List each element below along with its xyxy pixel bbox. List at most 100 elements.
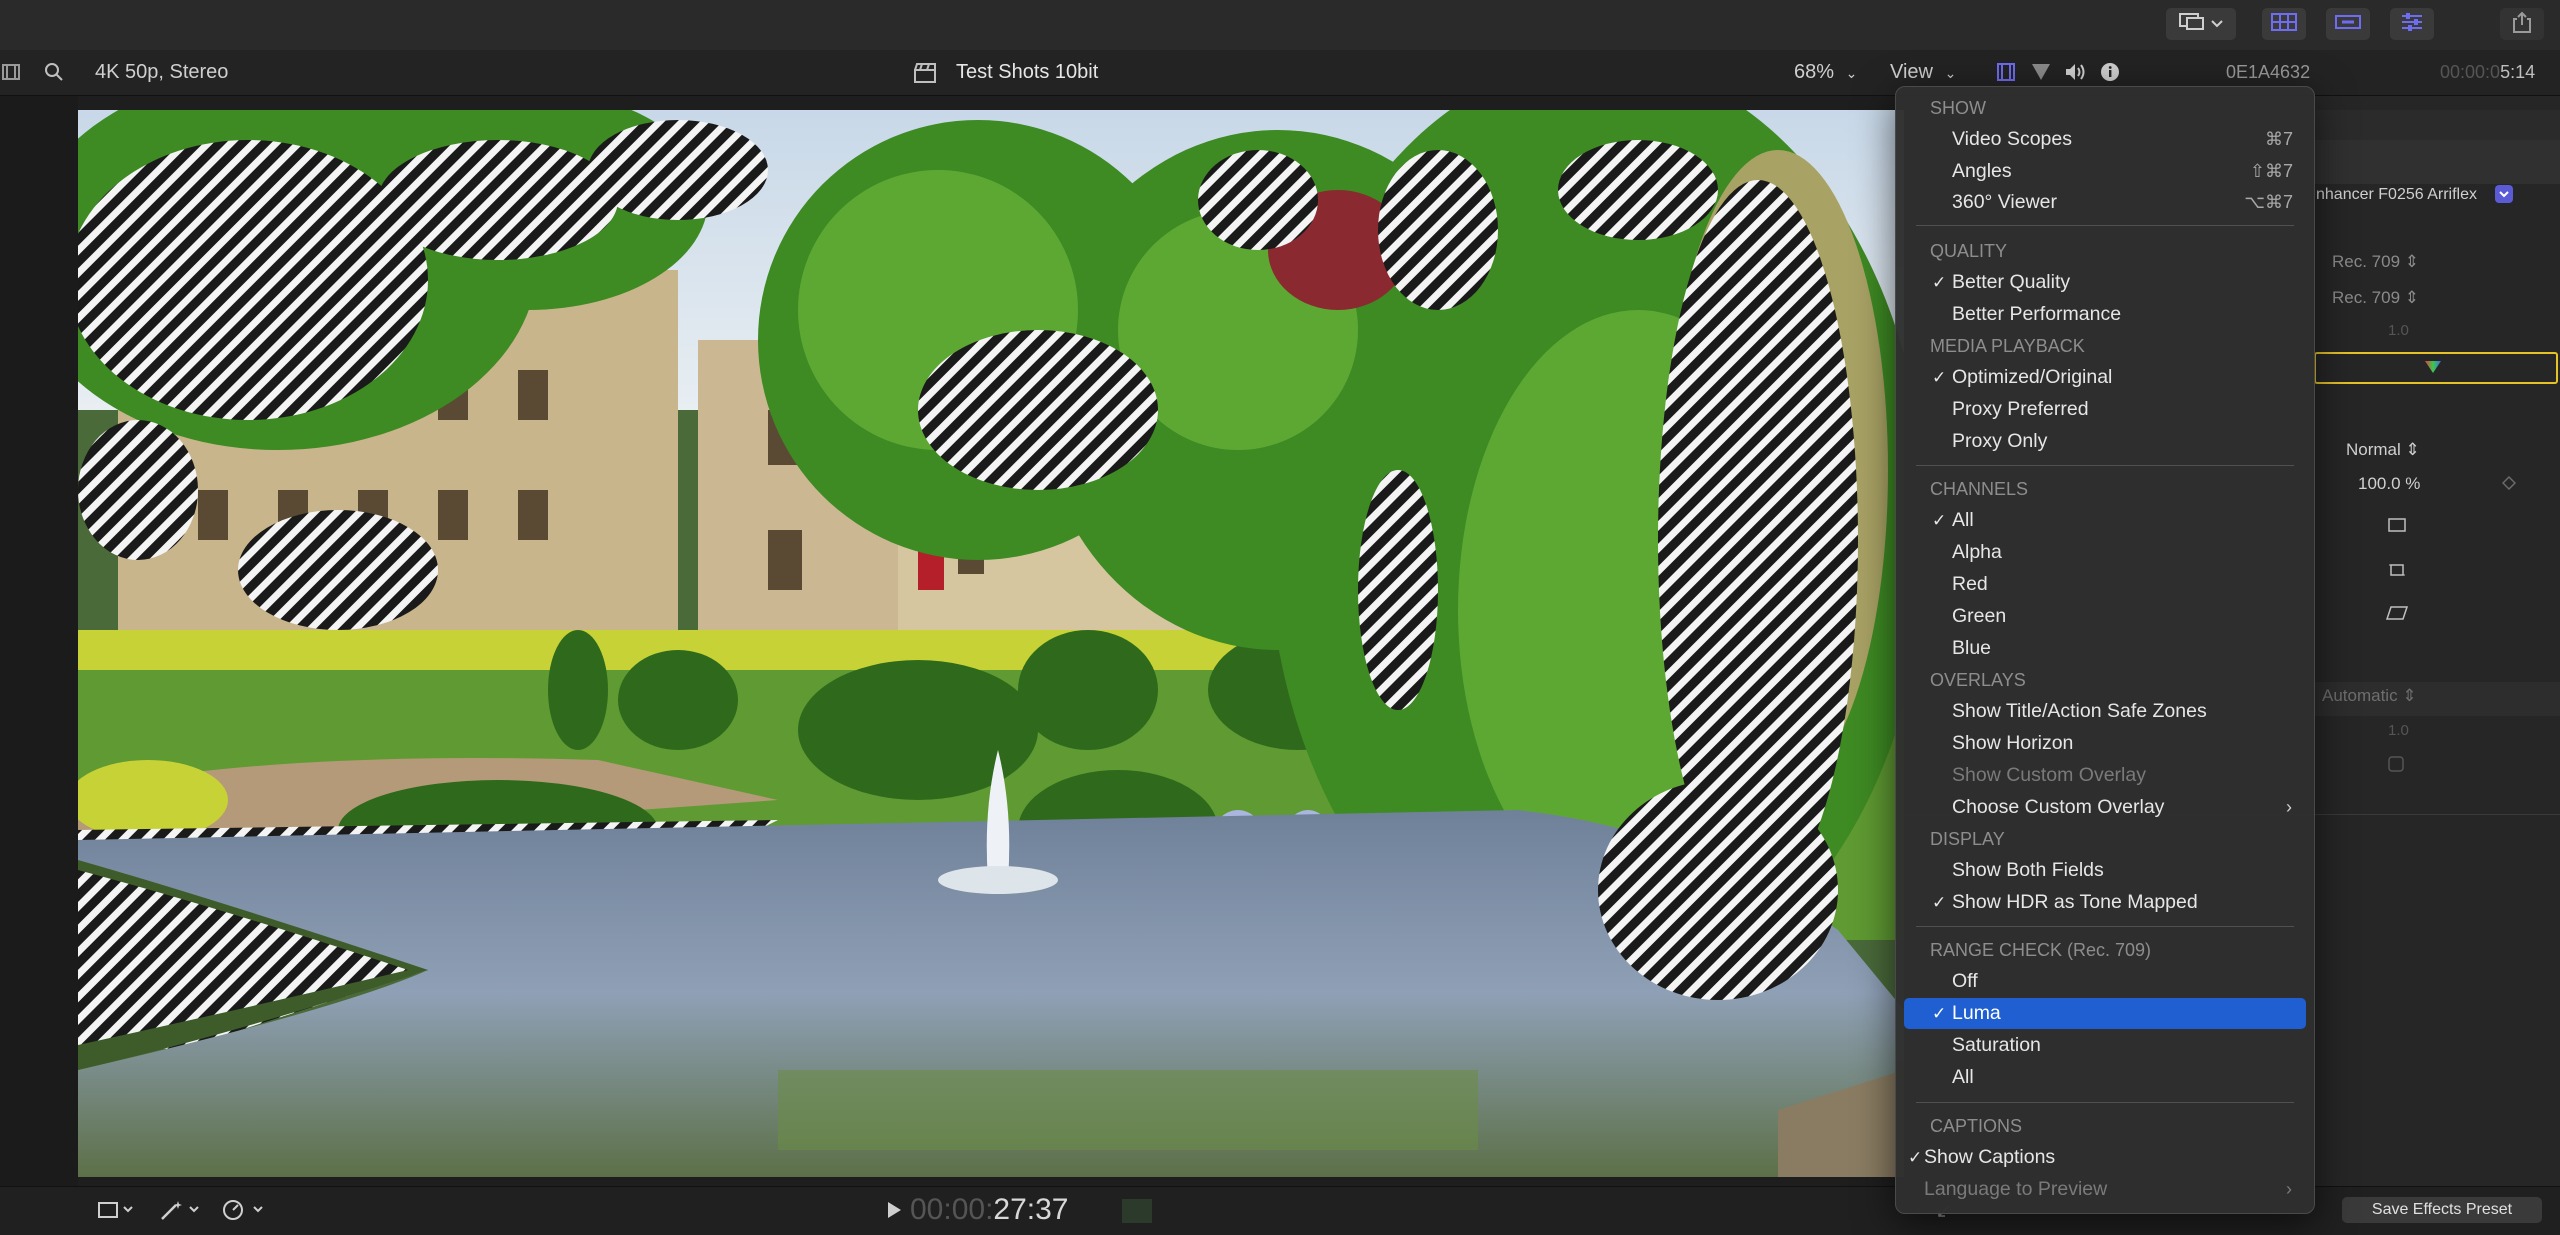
info-icon[interactable] — [2100, 62, 2120, 87]
timeline-icon — [2335, 13, 2361, 36]
display-icon — [2179, 12, 2205, 36]
checkmark-icon: ✓ — [1932, 1004, 1947, 1023]
audio-meter — [1122, 1199, 1152, 1223]
inspector-toggle-button[interactable] — [2390, 8, 2434, 40]
park-fountain-image — [78, 110, 1904, 1177]
zoom-value: 68% — [1794, 61, 1835, 83]
chevron-down-icon: ⌄ — [1845, 65, 1858, 81]
browser-toggle-button[interactable] — [2262, 8, 2306, 40]
left-sidebar-strip — [0, 96, 78, 1186]
checkmark-icon: ✓ — [1932, 273, 1947, 292]
view-menu: SHOW Video Scopes ⌘7 Angles ⇧⌘7 360° Vie… — [1895, 86, 2315, 1214]
format-label: 4K 50p, Stereo — [95, 61, 229, 83]
menu-section-captions: CAPTIONS — [1930, 1116, 2023, 1136]
shortcut: ⌘7 — [2264, 129, 2293, 149]
viewer-canvas[interactable] — [78, 110, 1904, 1177]
checkbox[interactable] — [2388, 756, 2404, 777]
distort-icon[interactable] — [2385, 606, 2409, 625]
top-toolbar — [0, 0, 2560, 51]
menu-item-language-to-preview: Language to Preview › — [1904, 1174, 2306, 1205]
menu-separator — [1916, 465, 2294, 466]
play-icon[interactable] — [886, 1201, 902, 1224]
menu-item-show-horizon[interactable]: Show Horizon — [1904, 728, 2306, 759]
menu-item-proxy-preferred[interactable]: Proxy Preferred — [1904, 394, 2306, 425]
auto-popup[interactable]: Automatic ⇕ — [2322, 686, 2417, 706]
filmstrip-icon[interactable] — [2, 63, 20, 86]
menu-section-display: DISPLAY — [1930, 829, 2005, 849]
rec-b-value: Rec. 709 — [2332, 288, 2401, 307]
menu-item-show-both-fields[interactable]: Show Both Fields — [1904, 855, 2306, 886]
checkmark-icon: ✓ — [1932, 511, 1947, 530]
menu-item-choose-custom-overlay[interactable]: Choose Custom Overlay › — [1904, 792, 2306, 823]
opacity-field[interactable]: 100.0 % — [2358, 474, 2420, 494]
workspace-display-button[interactable] — [2166, 8, 2236, 40]
menu-section-show: SHOW — [1930, 98, 1986, 118]
menu-item-channel-green[interactable]: Green — [1904, 601, 2306, 632]
menu-item-optimized-original[interactable]: ✓ Optimized/Original — [1904, 362, 2306, 393]
menu-item-range-off[interactable]: Off — [1904, 966, 2306, 997]
menu-item-channel-red[interactable]: Red — [1904, 569, 2306, 600]
menu-item-video-scopes[interactable]: Video Scopes ⌘7 — [1904, 124, 2306, 155]
menu-item-angles[interactable]: Angles ⇧⌘7 — [1904, 156, 2306, 187]
color-wheel-control[interactable] — [2314, 352, 2558, 384]
transform-tool-icon[interactable] — [96, 1199, 136, 1226]
timecode-dim: 00:00: — [910, 1193, 994, 1226]
effect-name: nhancer F0256 Arriflex — [2316, 186, 2477, 203]
menu-item-safe-zones[interactable]: Show Title/Action Safe Zones — [1904, 696, 2306, 727]
menu-item-better-quality[interactable]: ✓ Better Quality — [1904, 267, 2306, 298]
project-title: Test Shots 10bit — [956, 61, 1099, 83]
magic-wand-icon[interactable] — [158, 1199, 202, 1226]
menu-section-media-playback: MEDIA PLAYBACK — [1930, 336, 2085, 356]
chevron-down-icon: ⌄ — [1944, 65, 1957, 81]
crop-icon[interactable] — [2388, 562, 2406, 583]
menu-section-channels: CHANNELS — [1930, 479, 2029, 499]
menu-item-range-all[interactable]: All — [1904, 1062, 2306, 1093]
blend-mode-popup[interactable]: Normal ⇕ — [2346, 440, 2420, 460]
color-inspector-icon[interactable] — [2030, 62, 2052, 87]
checkmark-icon: ✓ — [1908, 1148, 1923, 1167]
rec-popup-b[interactable]: Rec. 709 ⇕ — [2332, 288, 2419, 308]
timeline-toggle-button[interactable] — [2326, 8, 2370, 40]
value-a: 1.0 — [2388, 322, 2409, 339]
sliders-icon — [2400, 12, 2424, 37]
checkmark-icon: ✓ — [1932, 893, 1947, 912]
auto-value: Automatic — [2322, 686, 2398, 705]
search-icon[interactable] — [44, 62, 64, 87]
effect-popup[interactable] — [2494, 184, 2514, 209]
menu-section-quality: QUALITY — [1930, 241, 2008, 261]
keyframe-icon[interactable] — [2501, 475, 2517, 495]
share-icon — [2512, 11, 2532, 38]
retime-icon[interactable] — [222, 1199, 266, 1226]
rec-a-value: Rec. 709 — [2332, 252, 2401, 271]
menu-item-360-viewer[interactable]: 360° Viewer ⌥⌘7 — [1904, 187, 2306, 218]
menu-item-range-luma[interactable]: ✓ Luma — [1904, 998, 2306, 1029]
menu-section-overlays: OVERLAYS — [1930, 670, 2026, 690]
playhead-timecode: 00:00:27:37 — [910, 1193, 1069, 1227]
save-effects-preset-button[interactable]: Save Effects Preset — [2342, 1197, 2542, 1223]
menu-item-channel-alpha[interactable]: Alpha — [1904, 537, 2306, 568]
menu-item-channel-all[interactable]: ✓ All — [1904, 505, 2306, 536]
menu-item-proxy-only[interactable]: Proxy Only — [1904, 426, 2306, 457]
video-inspector-icon[interactable] — [1996, 62, 2016, 87]
grid-icon — [2271, 12, 2297, 36]
shortcut: ⌥⌘7 — [2244, 192, 2293, 212]
chevron-right-icon: › — [2286, 797, 2292, 817]
menu-item-range-saturation[interactable]: Saturation — [1904, 1030, 2306, 1061]
chevron-right-icon: › — [2286, 1179, 2292, 1199]
audio-inspector-icon[interactable] — [2064, 62, 2086, 87]
inspector-timecode-dim: 00:00:0 — [2440, 62, 2501, 82]
zoom-popup[interactable]: 68% ⌄ — [1794, 50, 1857, 95]
menu-item-better-performance[interactable]: Better Performance — [1904, 299, 2306, 330]
opacity-value: 100.0 — [2358, 474, 2401, 493]
color-triangle-icon — [2424, 360, 2442, 379]
menu-item-hdr-tone-mapped[interactable]: ✓ Show HDR as Tone Mapped — [1904, 887, 2306, 918]
transform-icon[interactable] — [2388, 518, 2406, 537]
rec-popup-a[interactable]: Rec. 709 ⇕ — [2332, 252, 2419, 272]
share-button[interactable] — [2500, 8, 2544, 40]
menu-separator — [1916, 926, 2294, 927]
inspector-timecode: 00:00:05:14 — [2440, 50, 2535, 95]
blend-mode-value: Normal — [2346, 440, 2401, 459]
menu-item-show-captions[interactable]: ✓ Show Captions — [1904, 1142, 2306, 1173]
menu-item-show-custom-overlay: Show Custom Overlay — [1952, 764, 2146, 786]
menu-item-channel-blue[interactable]: Blue — [1904, 633, 2306, 664]
